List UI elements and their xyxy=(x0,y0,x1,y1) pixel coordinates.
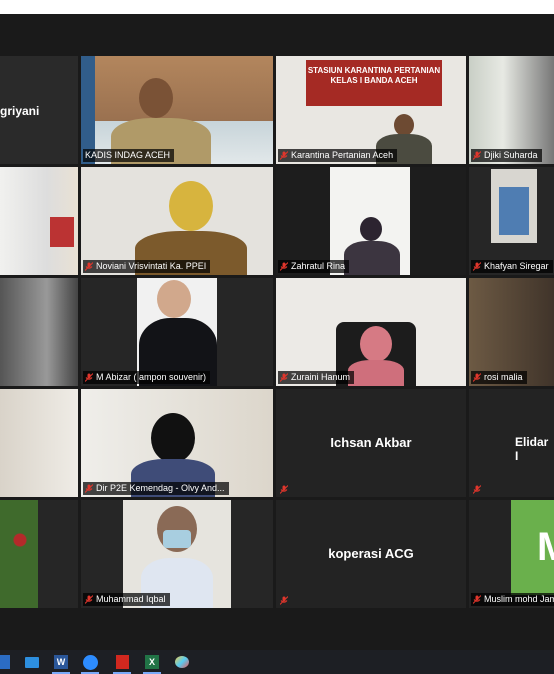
person-head xyxy=(394,114,414,136)
participant-tile[interactable]: Muhammad Iqbal xyxy=(81,500,273,608)
muted-mic-icon xyxy=(85,595,93,604)
taskbar: W X xyxy=(0,650,554,674)
participant-tile[interactable]: Noviani Vrisvintati Ka. PPEI xyxy=(81,167,273,275)
participant-tile[interactable]: Dir P2E Kemendag - Olvy And... xyxy=(81,389,273,497)
face-mask xyxy=(163,530,191,548)
participant-tile-partial[interactable] xyxy=(0,389,78,497)
participant-nameplate: KADIS INDAG ACEH xyxy=(83,149,175,162)
participant-tile[interactable]: Khafyan Siregar xyxy=(469,167,554,275)
muted-mic-icon xyxy=(85,484,93,493)
participant-nameplate xyxy=(278,595,292,606)
window xyxy=(499,187,529,235)
participant-display-name: koperasi ACG xyxy=(328,546,414,561)
banner: STASIUN KARANTINA PERTANIAN KELAS I BAND… xyxy=(306,60,442,106)
participant-tile-partial[interactable] xyxy=(0,500,78,608)
muted-mic-icon xyxy=(473,151,481,160)
participant-nameplate: M Abizar ( ampon souvenir) xyxy=(83,371,211,384)
participant-tile-active-speaker[interactable]: KADIS INDAG ACEH xyxy=(81,56,273,164)
person-head xyxy=(139,78,173,118)
participant-tile[interactable]: Zahratul Rina xyxy=(276,167,466,275)
participant-tile-no-video[interactable]: Ichsan Akbar xyxy=(276,389,466,497)
participant-nameplate xyxy=(471,484,485,495)
person-body xyxy=(344,241,400,275)
participant-nameplate: Dir P2E Kemendag - Olvy And... xyxy=(83,482,229,495)
participant-nameplate: Noviani Vrisvintati Ka. PPEI xyxy=(83,260,211,273)
participant-nameplate: Zahratul Rina xyxy=(278,260,350,273)
participant-nameplate: rosi malia xyxy=(471,371,527,384)
participant-tile[interactable]: Zuraini Hanum xyxy=(276,278,466,386)
participant-tile-partial[interactable] xyxy=(0,278,78,386)
participant-tile-partial[interactable]: griyani xyxy=(0,56,78,164)
muted-mic-icon xyxy=(473,373,481,382)
muted-mic-icon xyxy=(473,262,481,271)
participant-tile[interactable]: Djiki Suharda xyxy=(469,56,554,164)
participant-nameplate: Zuraini Hanum xyxy=(278,371,355,384)
participant-nameplate: Muslim mohd Jamil xyxy=(471,593,554,606)
mail-icon[interactable] xyxy=(22,653,42,671)
participant-tile-partial[interactable] xyxy=(0,167,78,275)
muted-mic-icon xyxy=(280,485,288,494)
participant-nameplate: Muhammad Iqbal xyxy=(83,593,170,606)
app-icon[interactable] xyxy=(0,653,14,671)
participant-nameplate xyxy=(278,484,292,495)
participant-tile-no-video[interactable]: koperasi ACG xyxy=(276,500,466,608)
paint-icon[interactable] xyxy=(172,653,192,671)
person-head xyxy=(360,326,392,362)
muted-mic-icon xyxy=(280,151,288,160)
participant-display-name: Elidar I xyxy=(515,435,549,463)
participant-nameplate: Khafyan Siregar xyxy=(471,260,553,273)
muted-mic-icon xyxy=(280,596,288,605)
muted-mic-icon xyxy=(85,373,93,382)
participant-tile-no-video[interactable]: Elidar I xyxy=(469,389,554,497)
gallery-view: griyani KADIS INDAG ACEH STASIUN KARANTI… xyxy=(0,14,554,650)
coffee-plant-image xyxy=(0,500,38,608)
participant-tile[interactable]: M Abizar ( ampon souvenir) xyxy=(81,278,273,386)
flag-decoration xyxy=(81,56,95,164)
participant-tile-avatar[interactable]: M Muslim mohd Jamil xyxy=(469,500,554,608)
poster xyxy=(50,217,74,247)
top-titlebar xyxy=(0,0,554,14)
person-head xyxy=(151,413,195,463)
zoom-icon[interactable] xyxy=(80,653,100,674)
person-body xyxy=(348,360,404,386)
excel-icon[interactable]: X xyxy=(142,653,162,674)
partial-name-label: griyani xyxy=(0,104,40,118)
word-icon[interactable]: W xyxy=(51,653,71,674)
pdf-icon[interactable] xyxy=(112,653,132,674)
participant-tile[interactable]: STASIUN KARANTINA PERTANIAN KELAS I BAND… xyxy=(276,56,466,164)
participant-tile[interactable]: rosi malia xyxy=(469,278,554,386)
participant-nameplate: Djiki Suharda xyxy=(471,149,542,162)
person-head xyxy=(360,217,382,241)
person-head xyxy=(169,181,213,231)
muted-mic-icon xyxy=(85,262,93,271)
muted-mic-icon xyxy=(473,595,481,604)
participant-display-name: Ichsan Akbar xyxy=(330,435,412,450)
person-head xyxy=(157,280,191,318)
muted-mic-icon xyxy=(280,262,288,271)
participant-nameplate: Karantina Pertanian Aceh xyxy=(278,149,398,162)
muted-mic-icon xyxy=(280,373,288,382)
muted-mic-icon xyxy=(473,485,481,494)
avatar-initial: M xyxy=(511,500,554,595)
